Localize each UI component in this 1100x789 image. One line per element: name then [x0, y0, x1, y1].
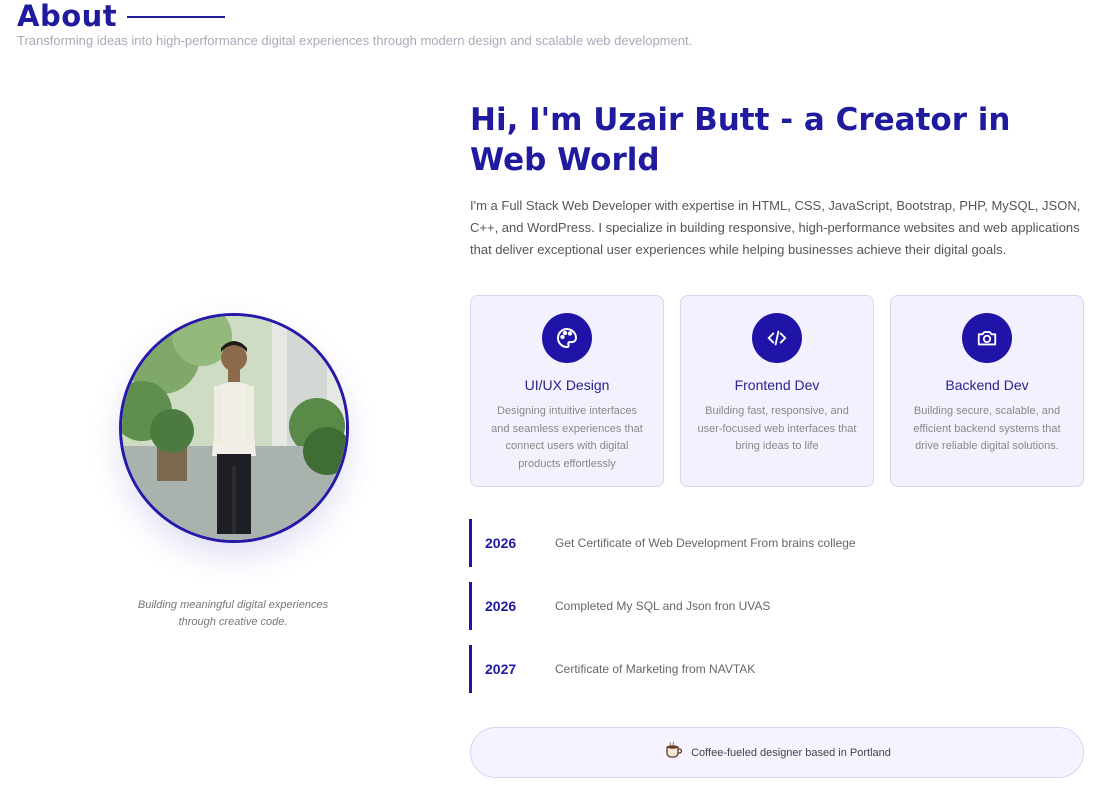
service-description: Building fast, responsive, and user-focu… [697, 405, 857, 452]
coffee-cup-icon [663, 741, 683, 764]
service-description: Building secure, scalable, and efficient… [913, 405, 1061, 452]
timeline-item: 2026 Completed My SQL and Json fron UVAS [469, 582, 856, 630]
timeline-text: Get Certificate of Web Development From … [555, 536, 856, 550]
services-grid: UI/UX Design Designing intuitive interfa… [470, 295, 1084, 487]
profile-photo [119, 313, 349, 543]
service-title: Frontend Dev [734, 377, 820, 393]
location-pill: Coffee-fueled designer based in Portland [470, 727, 1084, 778]
timeline-item: 2026 Get Certificate of Web Development … [469, 519, 856, 567]
timeline-year: 2026 [485, 535, 517, 551]
service-card-uiux: UI/UX Design Designing intuitive interfa… [470, 295, 664, 487]
service-title: UI/UX Design [524, 377, 610, 393]
timeline-text: Completed My SQL and Json fron UVAS [555, 599, 771, 613]
intro-bio: I'm a Full Stack Web Developer with expe… [470, 198, 1081, 257]
code-icon [752, 313, 802, 363]
timeline-year: 2026 [485, 598, 517, 614]
portrait-illustration [122, 316, 346, 540]
intro-headline: Hi, I'm Uzair Butt - a Creator in Web Wo… [470, 102, 1011, 178]
section-header: About [17, 0, 226, 33]
timeline-item: 2027 Certificate of Marketing from NAVTA… [469, 645, 856, 693]
service-title: Backend Dev [945, 377, 1029, 393]
timeline: 2026 Get Certificate of Web Development … [469, 519, 856, 708]
timeline-text: Certificate of Marketing from NAVTAK [555, 662, 756, 676]
service-description: Designing intuitive interfaces and seaml… [491, 405, 643, 470]
section-subtitle: Transforming ideas into high-performance… [17, 33, 693, 48]
service-card-frontend: Frontend Dev Building fast, responsive, … [680, 295, 874, 487]
camera-icon [962, 313, 1012, 363]
service-card-backend: Backend Dev Building secure, scalable, a… [890, 295, 1084, 487]
section-title: About [17, 0, 118, 33]
profile-caption: Building meaningful digital experiences … [137, 599, 329, 628]
location-text: Coffee-fueled designer based in Portland [691, 746, 891, 759]
title-underline [127, 16, 226, 18]
timeline-year: 2027 [485, 661, 517, 677]
palette-icon [542, 313, 592, 363]
